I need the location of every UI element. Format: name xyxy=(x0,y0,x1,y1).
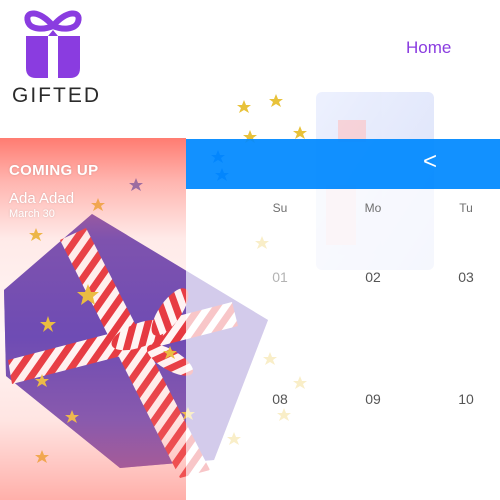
calendar-header: < xyxy=(186,139,500,189)
coming-up-heading: COMING UP xyxy=(9,162,99,179)
calendar-grid: Su Mo Tu 01 02 03 08 09 10 xyxy=(186,189,500,500)
nav-home-link[interactable]: Home xyxy=(406,38,451,58)
brand-name: GIFTED xyxy=(12,84,101,107)
weekday-monday: Mo xyxy=(364,201,382,215)
weekday-sunday: Su xyxy=(272,201,288,215)
calendar-day[interactable]: 10 xyxy=(446,391,486,407)
coming-up-person-name[interactable]: Ada Adad xyxy=(9,190,74,207)
calendar-day[interactable]: 02 xyxy=(353,269,393,285)
coming-up-panel: COMING UP Ada Adad March 30 xyxy=(0,138,186,500)
calendar-day[interactable]: 08 xyxy=(260,391,300,407)
calendar-day[interactable]: 01 xyxy=(260,269,300,285)
coming-up-date: March 30 xyxy=(9,208,55,220)
brand-logo[interactable]: GIFTED xyxy=(10,6,101,110)
weekday-tuesday: Tu xyxy=(459,201,473,215)
page: GIFTED Home COMING UP Ada Adad March 30 … xyxy=(0,0,500,500)
calendar-day[interactable]: 09 xyxy=(353,391,393,407)
calendar-day[interactable]: 03 xyxy=(446,269,486,285)
gift-icon xyxy=(24,10,82,78)
chevron-left-icon: < xyxy=(422,148,437,175)
calendar-prev-button[interactable]: < xyxy=(420,149,440,175)
